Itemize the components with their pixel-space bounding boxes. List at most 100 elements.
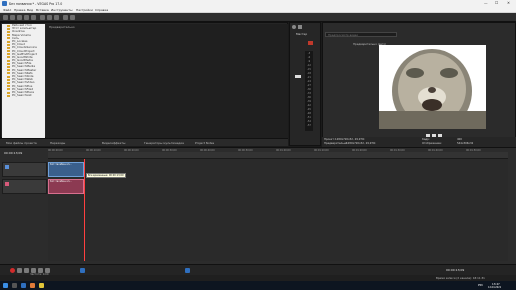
title-bar: Без названия * - VEGAS Pro 17.0 — ☐ ✕	[0, 0, 516, 7]
tab-project-media[interactable]: Мои файлы проекта	[6, 141, 37, 145]
properties-icon[interactable]	[31, 15, 36, 20]
open-icon[interactable]	[10, 15, 15, 20]
menu-tools[interactable]: Инструменты	[51, 8, 72, 12]
tab-video-fx[interactable]: Видеоэффекты	[102, 141, 125, 145]
windows-start-icon[interactable]	[3, 283, 8, 288]
ruler-label: 00:00:10;00	[86, 149, 101, 152]
mixer-mute-icon[interactable]	[308, 41, 313, 45]
meter-mark: -48	[307, 112, 311, 115]
playhead[interactable]	[84, 159, 85, 261]
frame-label: Кадр:	[422, 138, 430, 141]
ruler-label: 00:00:50;00	[238, 149, 253, 152]
record-button[interactable]	[10, 268, 15, 273]
explorer-taskbar-icon[interactable]	[39, 283, 44, 288]
timeline-ruler[interactable]: 00:00:00;00 00:00:10;00 00:00:20;00 00:0…	[48, 149, 508, 159]
tab-media-generators[interactable]: Генераторы мультимедиа	[144, 141, 184, 145]
browser-taskbar-icon[interactable]	[30, 283, 35, 288]
cut-icon[interactable]	[40, 15, 45, 20]
menu-view[interactable]: Вид	[27, 8, 33, 12]
tab-transitions[interactable]: Переходы	[50, 141, 65, 145]
ruler-label: 00:01:20;00	[352, 149, 367, 152]
window-docking-tabs: Мои файлы проекта Переходы Видеоэффекты …	[0, 138, 288, 146]
meter-mark: -57	[307, 124, 311, 127]
meter-mark: -54	[307, 120, 311, 123]
copy-icon[interactable]	[47, 15, 52, 20]
track-area[interactable]: Кот-тасабин-хп... Кот-тасабин-хп... Все …	[48, 159, 508, 261]
menu-options[interactable]: Настройки	[76, 8, 93, 12]
ruler-label: 00:00:40;00	[200, 149, 215, 152]
vegas-taskbar-icon[interactable]	[21, 283, 26, 288]
timeline-timecode: 00:00:13;09	[4, 151, 23, 155]
maximize-button[interactable]: ☐	[495, 1, 498, 5]
transport-timecode: 00:00:13;09	[446, 268, 465, 272]
preview-frame[interactable]	[379, 45, 486, 129]
display-label: Отображение:	[422, 142, 442, 145]
ruler-label: 00:00:30;00	[162, 149, 177, 152]
video-track-header[interactable]	[2, 162, 47, 177]
paste-icon[interactable]	[54, 15, 59, 20]
menu-insert[interactable]: Вставка	[36, 8, 49, 12]
save-icon[interactable]	[17, 15, 22, 20]
taskbar-date: 12.04.2021	[488, 286, 502, 289]
audio-clip[interactable]: Кот-тасабин-хп...	[48, 179, 84, 194]
meter-mark: -42	[307, 104, 311, 107]
menu-file[interactable]: Файл	[3, 8, 11, 12]
tree-item[interactable]: PC_SearchList	[2, 93, 45, 97]
master-mixer: Мастер -3 -6 -9 -12 -15 -18 -21 -24 -27 …	[289, 22, 321, 146]
meter-mark: -9	[307, 60, 311, 63]
timeline-panel: 00:00:13;09 00:00:00;00 00:00:10;00 00:0…	[0, 147, 516, 264]
ruler-label: 00:00:20;00	[124, 149, 139, 152]
ruler-label: 00:01:10;00	[314, 149, 329, 152]
video-track-icon	[5, 165, 9, 169]
redo-icon[interactable]	[70, 15, 75, 20]
play-from-start-button[interactable]	[24, 268, 29, 273]
file-list[interactable]: Предварительно	[46, 24, 288, 138]
windows-taskbar: РУС 13:47 12.04.2021	[0, 281, 516, 290]
loop-button[interactable]	[17, 268, 22, 273]
render-icon[interactable]	[24, 15, 29, 20]
main-toolbar	[0, 13, 516, 22]
volume-meter: -3 -6 -9 -12 -15 -18 -21 -24 -27 -30 -33…	[305, 51, 313, 131]
mixer-title: Мастер	[296, 32, 308, 36]
preview-info: Проект: 1280x720x32, 29,970i Предварител…	[322, 137, 516, 147]
close-button[interactable]: ✕	[507, 1, 510, 5]
video-clip[interactable]: Кот-тасабин-хп...	[48, 162, 84, 177]
undo-icon[interactable]	[63, 15, 68, 20]
mixer-fx-icon[interactable]	[298, 25, 302, 29]
video-clip-label: Кот-тасабин-хп...	[50, 163, 72, 166]
ruler-label: 00:01:30;00	[390, 149, 405, 152]
meter-mark: -12	[307, 64, 311, 67]
language-indicator[interactable]: РУС	[478, 283, 483, 287]
audio-track-header[interactable]	[2, 179, 47, 194]
preview-label: Предварительно:	[324, 142, 348, 145]
meter-mark: -24	[307, 80, 311, 83]
menu-edit[interactable]: Правка	[14, 8, 25, 12]
meter-mark: -6	[307, 56, 311, 59]
ruler-label: 00:01:00;00	[276, 149, 291, 152]
new-project-icon[interactable]	[3, 15, 8, 20]
file-list-header: Предварительно	[49, 25, 75, 29]
audio-clip-label: Кот-тасабин-хп...	[50, 180, 72, 183]
status-text: Время записи (2 канала): 18:11:31	[436, 276, 485, 280]
edit-tool-button[interactable]	[80, 268, 85, 273]
volume-fader[interactable]	[295, 75, 301, 78]
preview-search-placeholder: Предпросмотр видео	[328, 33, 359, 37]
meter-mark: -21	[307, 76, 311, 79]
meter-mark: -36	[307, 96, 311, 99]
menu-help[interactable]: Справка	[95, 8, 108, 12]
ruler-label: 00:01:50;00	[466, 149, 481, 152]
meter-mark: -45	[307, 108, 311, 111]
meter-mark: -15	[307, 68, 311, 71]
search-icon[interactable]	[12, 283, 17, 288]
project-value: 1280x720x32, 29,970i	[335, 138, 365, 141]
tab-project-notes[interactable]: Project Notes	[195, 141, 214, 145]
meter-mark: -30	[307, 88, 311, 91]
minimize-button[interactable]: —	[484, 1, 488, 5]
explorer-panel: Рабочий стол Этот компьютер Onedrive Map…	[0, 22, 288, 138]
mixer-settings-icon[interactable]	[292, 25, 296, 29]
clip-tooltip: Все временные: 00:00:13;09	[86, 173, 126, 178]
snap-button[interactable]	[185, 268, 190, 273]
meter-mark: -51	[307, 116, 311, 119]
window-title: Без названия * - VEGAS Pro 17.0	[9, 1, 63, 6]
folder-tree[interactable]: Рабочий стол Этот компьютер Onedrive Map…	[2, 24, 45, 138]
